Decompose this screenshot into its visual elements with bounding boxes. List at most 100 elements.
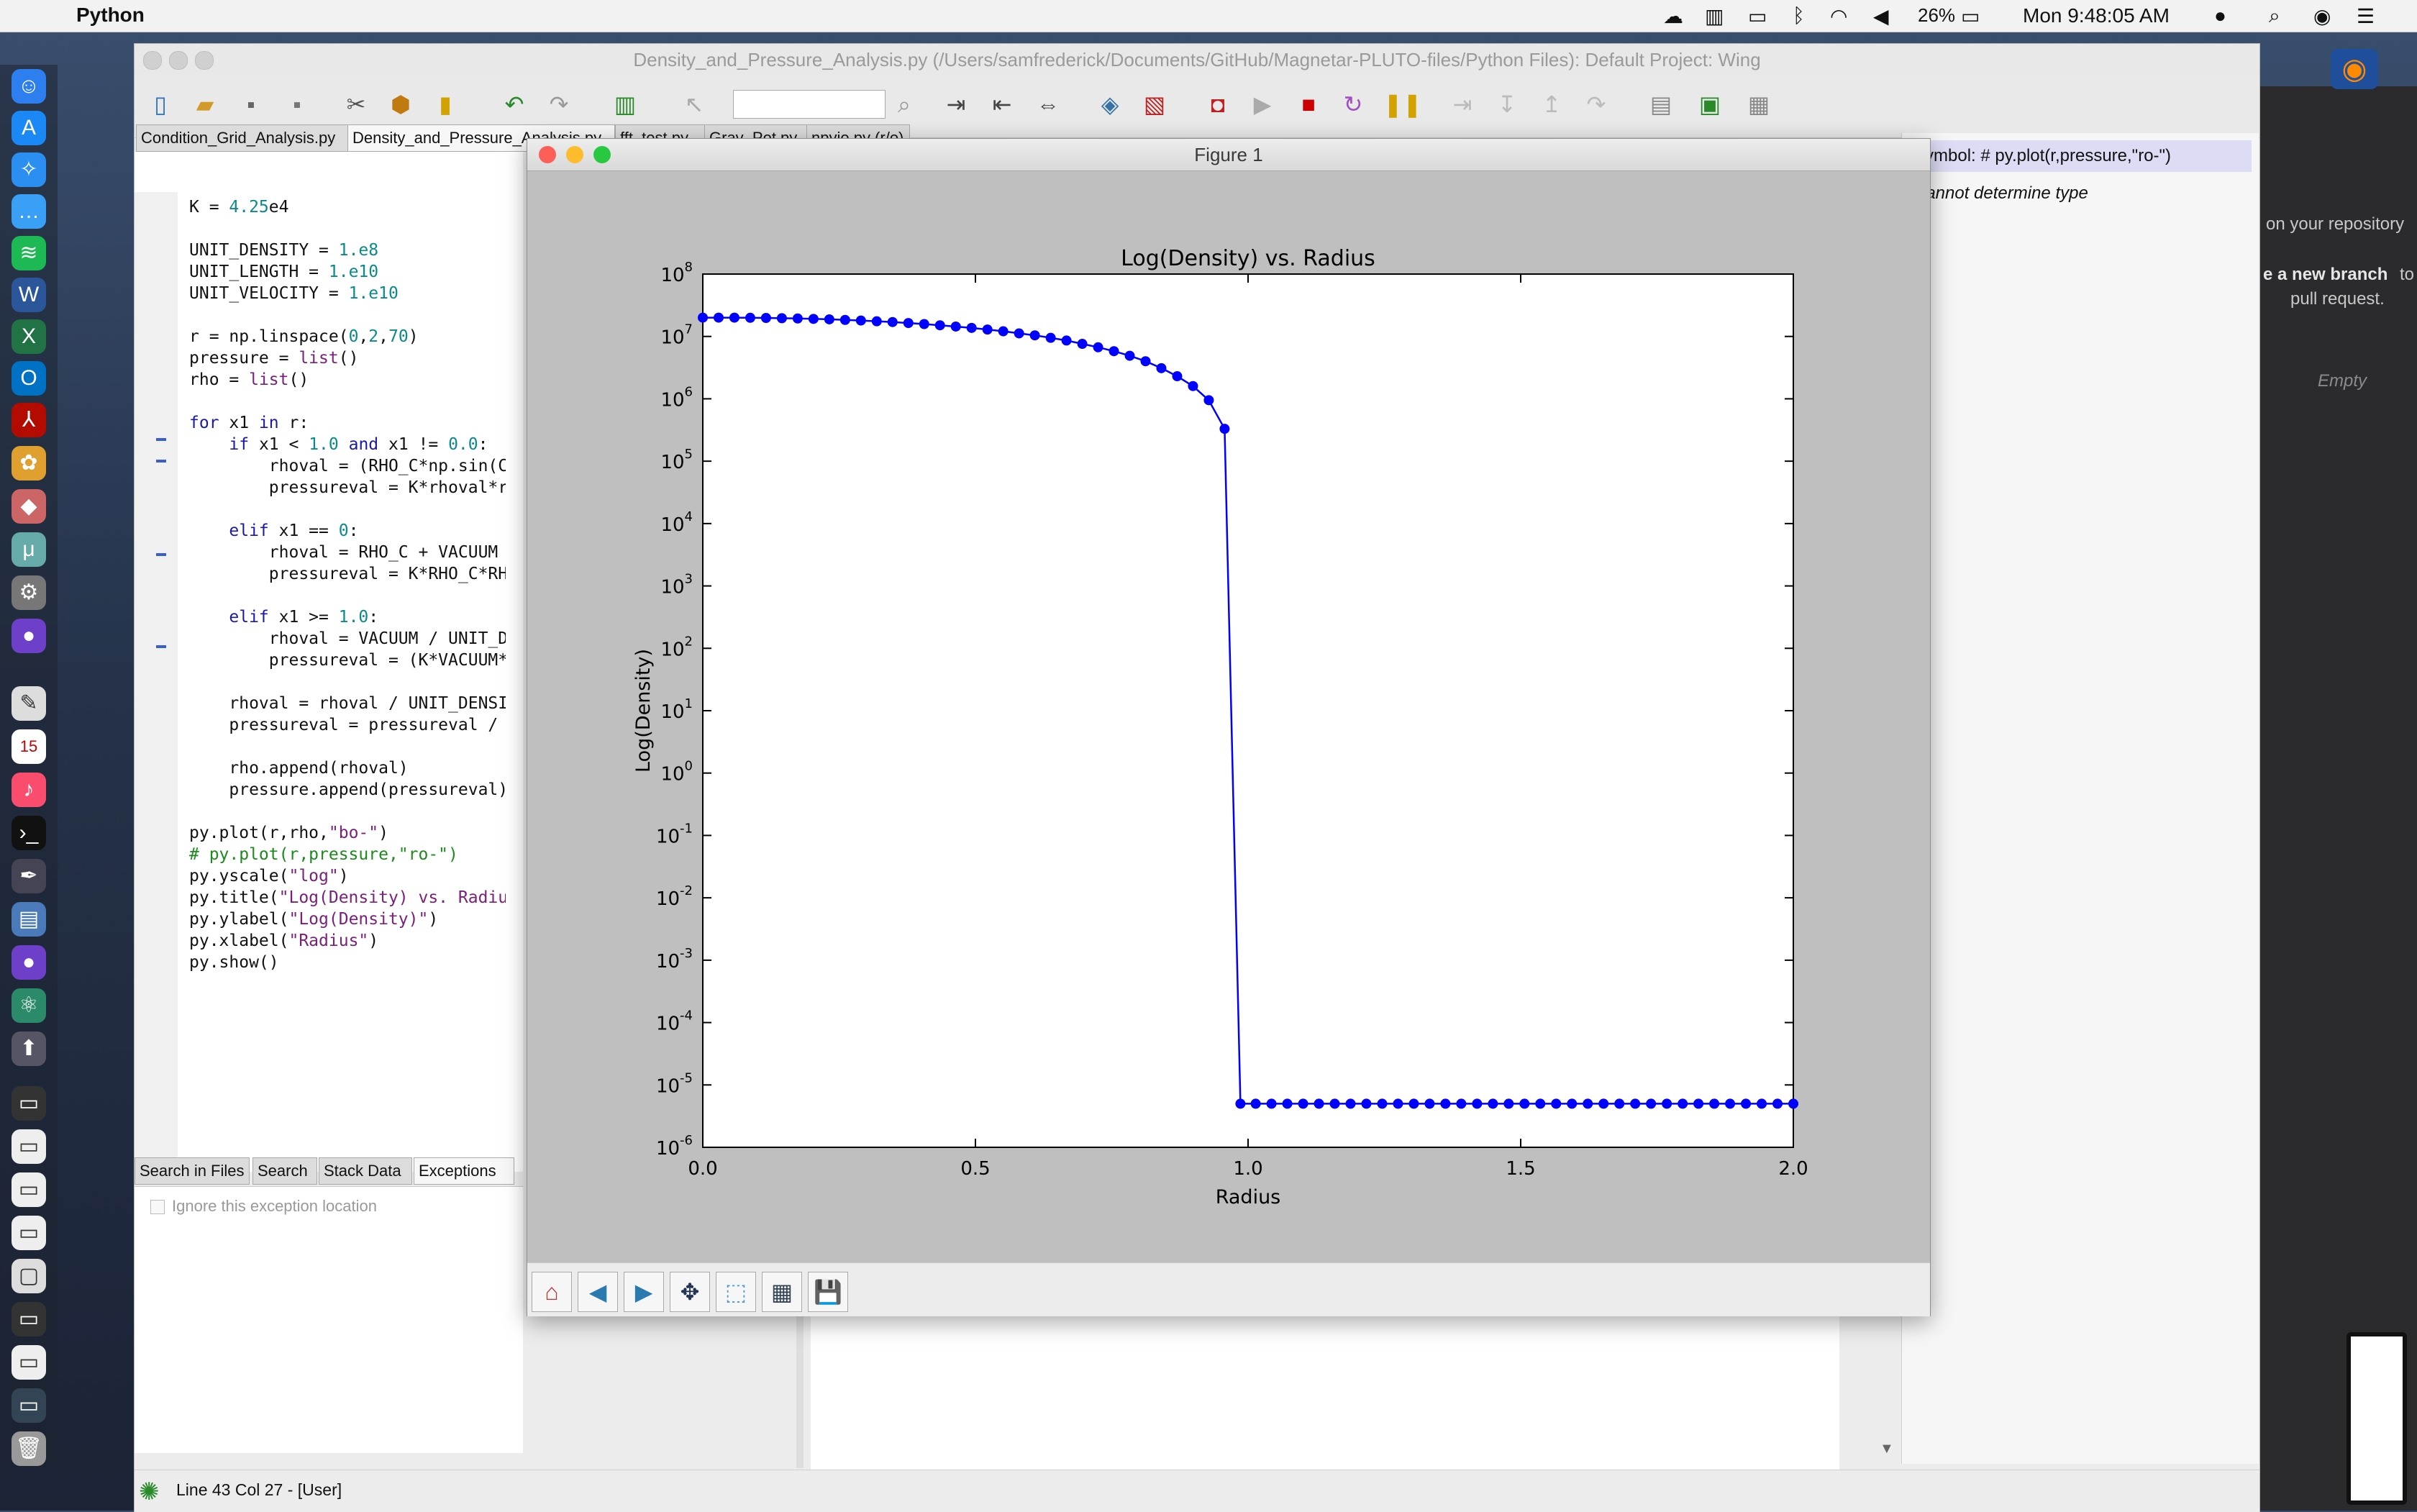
- messages-icon[interactable]: …: [12, 194, 46, 229]
- battery-percent[interactable]: 26%: [1918, 4, 1955, 27]
- rocket-icon[interactable]: ⬆: [12, 1031, 46, 1066]
- cut-icon[interactable]: ✂: [340, 88, 372, 120]
- fold-marker[interactable]: [156, 460, 166, 463]
- wing-titlebar[interactable]: Density_and_Pressure_Analysis.py (/Users…: [135, 44, 2259, 76]
- user-icon[interactable]: ●: [2214, 4, 2226, 27]
- indent-chart-icon[interactable]: ▥: [609, 88, 641, 120]
- code-line[interactable]: py.yscale("log"): [189, 867, 349, 885]
- save-icon[interactable]: ▪: [235, 88, 267, 120]
- firefox-icon[interactable]: ◉: [2331, 49, 2378, 89]
- app-menu-name[interactable]: Python: [76, 4, 145, 27]
- layout-icon[interactable]: ▥: [1705, 4, 1724, 28]
- bluetooth-icon[interactable]: ᛒ: [1793, 4, 1805, 27]
- tab-search[interactable]: Search: [252, 1157, 317, 1185]
- paste-icon[interactable]: ▮: [429, 88, 461, 120]
- code-line[interactable]: # py.plot(r,pressure,"ro-"): [189, 845, 458, 864]
- display-icon[interactable]: ▭: [1748, 4, 1767, 28]
- pan-icon[interactable]: ✥: [670, 1272, 710, 1312]
- save-icon[interactable]: 💾: [808, 1272, 848, 1312]
- toolbar-search-input[interactable]: [733, 90, 886, 119]
- ignore-exception-checkbox[interactable]: [150, 1200, 165, 1214]
- code-line[interactable]: UNIT_VELOCITY = 1.e10: [189, 284, 399, 303]
- code-line[interactable]: for x1 in r:: [189, 414, 309, 432]
- window-thumb-icon[interactable]: ▭: [12, 1345, 46, 1380]
- code-line[interactable]: UNIT_LENGTH = 1.e10: [189, 263, 378, 281]
- step-out-icon[interactable]: ↥: [1536, 88, 1567, 120]
- music-icon[interactable]: ♪: [12, 773, 46, 807]
- code-text[interactable]: K = 4.25e4 UNIT_DENSITY = 1.e8 UNIT_LENGTH…: [189, 198, 506, 1061]
- window-thumb-icon[interactable]: ▭: [12, 1302, 46, 1336]
- figure-titlebar[interactable]: Figure 1: [527, 139, 1930, 171]
- code-line[interactable]: rho.append(rhoval): [189, 759, 408, 778]
- window-thumb-icon[interactable]: ▭: [12, 1172, 46, 1207]
- finder-icon[interactable]: ☺: [12, 69, 46, 104]
- fold-marker[interactable]: [156, 553, 166, 556]
- spotify-icon[interactable]: ≋: [12, 236, 46, 270]
- home-icon[interactable]: ⌂: [532, 1272, 572, 1312]
- code-line[interactable]: py.title("Log(Density) vs. Radius: [189, 888, 506, 907]
- tab-stack-data[interactable]: Stack Data: [319, 1157, 412, 1185]
- subplots-icon[interactable]: ▦: [762, 1272, 802, 1312]
- forward-icon[interactable]: ▶: [624, 1272, 664, 1312]
- tab-condition-grid[interactable]: Condition_Grid_Analysis.py: [136, 124, 349, 152]
- window-thumb-icon[interactable]: ▭: [12, 1216, 46, 1250]
- app-store-icon[interactable]: A: [12, 111, 46, 145]
- battery-icon[interactable]: ▭: [1961, 4, 1980, 28]
- siri-icon[interactable]: ◉: [2313, 4, 2331, 28]
- outlook-icon[interactable]: O: [12, 361, 46, 396]
- window-thumb-icon[interactable]: ▭: [12, 1129, 46, 1164]
- spotlight-icon[interactable]: ⌕: [2269, 4, 2280, 28]
- acrobat-icon[interactable]: ⅄: [12, 403, 46, 437]
- excel-icon[interactable]: X: [12, 319, 46, 354]
- trash-icon[interactable]: 🗑: [12, 1431, 46, 1466]
- github-desktop-icon[interactable]: ●: [12, 619, 46, 653]
- scroll-down-icon[interactable]: ▼: [1880, 1441, 1894, 1457]
- bug-icon[interactable]: ✺: [139, 1477, 160, 1506]
- indent-icon[interactable]: ⇥: [940, 88, 972, 120]
- redo-icon[interactable]: ↷: [543, 88, 575, 120]
- layout-dropdown-icon[interactable]: ▣: [1694, 88, 1726, 120]
- restart-icon[interactable]: ↻: [1337, 88, 1369, 120]
- terminal-icon[interactable]: ›_: [12, 816, 46, 850]
- code-line[interactable]: if x1 < 1.0 and x1 != 0.0:: [189, 435, 488, 454]
- code-line[interactable]: py.plot(r,rho,"bo-"): [189, 824, 388, 842]
- pdf-icon[interactable]: ▧: [1139, 88, 1170, 120]
- textedit-icon[interactable]: ✎: [12, 686, 46, 721]
- safari-icon[interactable]: ✧: [12, 152, 46, 187]
- breakpoint-icon[interactable]: ◘: [1202, 88, 1234, 120]
- code-line[interactable]: py.ylabel("Log(Density)"): [189, 910, 438, 929]
- calendar-icon[interactable]: 15: [12, 729, 46, 764]
- zoom-icon[interactable]: ⬚: [716, 1272, 756, 1312]
- pause-icon[interactable]: ❚❚: [1383, 88, 1422, 120]
- code-line[interactable]: elif x1 == 0:: [189, 522, 358, 540]
- search-icon[interactable]: ⌕: [888, 88, 920, 120]
- system-preferences-icon[interactable]: ⚙: [12, 575, 46, 610]
- window-thumb-icon[interactable]: ▭: [12, 1388, 46, 1423]
- undo-icon[interactable]: ↶: [499, 88, 530, 120]
- code-line[interactable]: rhoval = RHO_C + VACUUM: [189, 543, 499, 562]
- code-line[interactable]: pressureval = K*RHO_C*RHO: [189, 565, 506, 583]
- notification-center-icon[interactable]: ☰: [2357, 4, 2375, 28]
- clock[interactable]: Mon 9:48:05 AM: [2023, 4, 2170, 27]
- code-line[interactable]: r = np.linspace(0,2,70): [189, 327, 419, 346]
- step-icon[interactable]: ⇥: [1447, 88, 1478, 120]
- panel-icon[interactable]: ▤: [1645, 88, 1677, 120]
- run-icon[interactable]: ▶: [1247, 88, 1278, 120]
- tab-search-in-files[interactable]: Search in Files: [135, 1157, 250, 1185]
- folder-icon[interactable]: ▢: [12, 1259, 46, 1293]
- stop-icon[interactable]: ■: [1293, 88, 1324, 120]
- save-all-icon[interactable]: ▪: [281, 88, 313, 120]
- code-line[interactable]: pressure = list(): [189, 349, 358, 368]
- mu-icon[interactable]: μ: [12, 532, 46, 567]
- word-icon[interactable]: W: [12, 278, 46, 312]
- code-line[interactable]: K = 4.25e4: [189, 198, 288, 217]
- indent-toggle-icon[interactable]: ⇔: [1032, 88, 1064, 120]
- code-line[interactable]: pressureval = pressureval / (: [189, 716, 506, 734]
- code-line[interactable]: rhoval = (RHO_C*np.sin(CO: [189, 457, 506, 475]
- cloud-icon[interactable]: ☁: [1663, 4, 1683, 28]
- code-line[interactable]: rho = list(): [189, 370, 309, 389]
- minimized-figure-thumbnail[interactable]: [2347, 1332, 2407, 1505]
- photos-icon[interactable]: ✿: [12, 446, 46, 481]
- wifi-icon[interactable]: ◠: [1830, 4, 1847, 28]
- new-file-icon[interactable]: ▯: [145, 88, 176, 120]
